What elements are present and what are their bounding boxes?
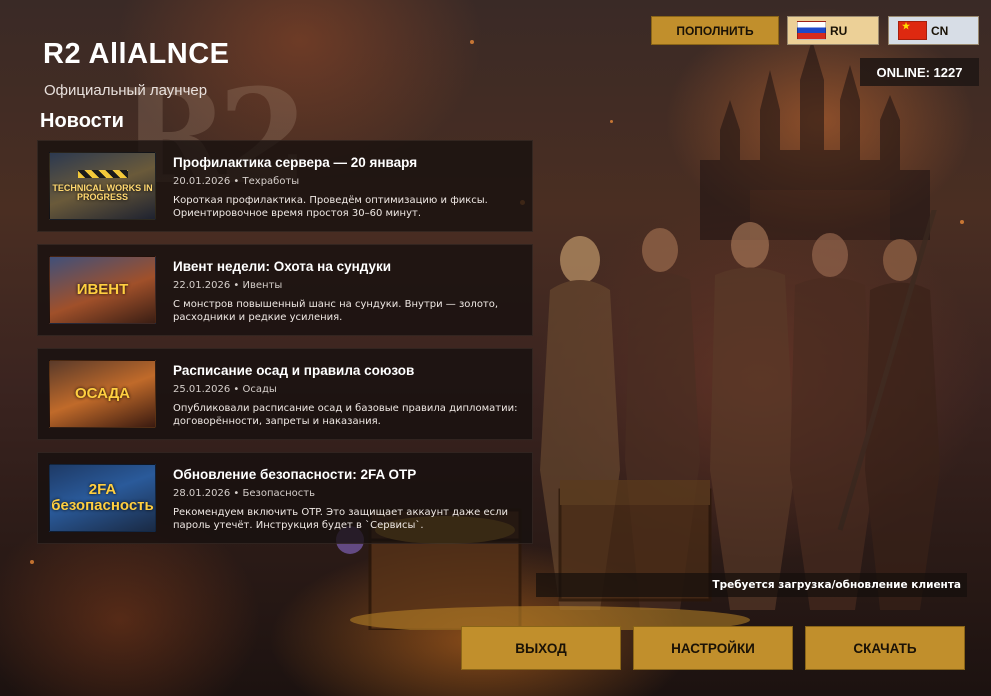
client-status-bar: Требуется загрузка/обновление клиента <box>536 573 967 597</box>
hazard-stripe-icon <box>77 169 128 178</box>
thumbnail-caption: TECHNICAL WORKS IN PROGRESS <box>52 182 153 202</box>
news-text: Короткая профилактика. Проведём оптимиза… <box>173 195 488 219</box>
news-item-sieges[interactable]: ОСАДА Расписание осад и правила союзов 2… <box>37 348 533 440</box>
news-item-event[interactable]: ИВЕНТ Ивент недели: Охота на сундуки 22.… <box>37 244 533 336</box>
settings-button[interactable]: НАСТРОЙКИ <box>633 626 793 670</box>
news-title: Профилактика сервера — 20 января <box>173 155 418 170</box>
news-text: С монстров повышенный шанс на сундуки. В… <box>173 299 499 323</box>
language-cn-label: CN <box>931 23 949 38</box>
language-cn-button[interactable]: CN <box>888 16 979 45</box>
thumbnail-caption: 2FA безопасность <box>51 481 154 514</box>
news-heading: Новости <box>40 110 124 132</box>
news-thumbnail: 2FA безопасность <box>49 464 156 532</box>
ru-flag-icon <box>797 21 826 40</box>
news-meta: 20.01.2026 • Техработы <box>173 176 300 187</box>
online-counter: ONLINE: 1227 <box>860 58 979 86</box>
launcher-title: R2 AllALNCE <box>43 38 230 70</box>
news-item-security[interactable]: 2FA безопасность Обновление безопасности… <box>37 452 533 544</box>
news-meta: 22.01.2026 • Ивенты <box>173 280 283 291</box>
news-meta: 28.01.2026 • Безопасность <box>173 488 315 499</box>
news-item-maintenance[interactable]: TECHNICAL WORKS IN PROGRESS Профилактика… <box>37 140 533 232</box>
thumbnail-caption: ИВЕНТ <box>76 281 129 299</box>
launcher-subtitle: Официальный лаунчер <box>44 82 208 99</box>
cn-flag-icon <box>898 21 927 40</box>
news-text: Опубликовали расписание осад и базовые п… <box>173 403 518 427</box>
news-title: Обновление безопасности: 2FA OTP <box>173 467 417 482</box>
news-meta: 25.01.2026 • Осады <box>173 384 277 395</box>
language-ru-button[interactable]: RU <box>787 16 879 45</box>
news-thumbnail: TECHNICAL WORKS IN PROGRESS <box>49 152 156 220</box>
news-title: Ивент недели: Охота на сундуки <box>173 259 392 274</box>
news-thumbnail: ОСАДА <box>49 360 156 428</box>
download-button[interactable]: СКАЧАТЬ <box>805 626 965 670</box>
topup-button[interactable]: ПОПОЛНИТЬ <box>651 16 779 45</box>
news-title: Расписание осад и правила союзов <box>173 363 415 378</box>
exit-button[interactable]: ВЫХОД <box>461 626 621 670</box>
news-text: Рекомендуем включить OTP. Это защищает а… <box>173 507 509 531</box>
language-ru-label: RU <box>830 23 848 38</box>
thumbnail-caption: ОСАДА <box>74 385 131 403</box>
news-thumbnail: ИВЕНТ <box>49 256 156 324</box>
